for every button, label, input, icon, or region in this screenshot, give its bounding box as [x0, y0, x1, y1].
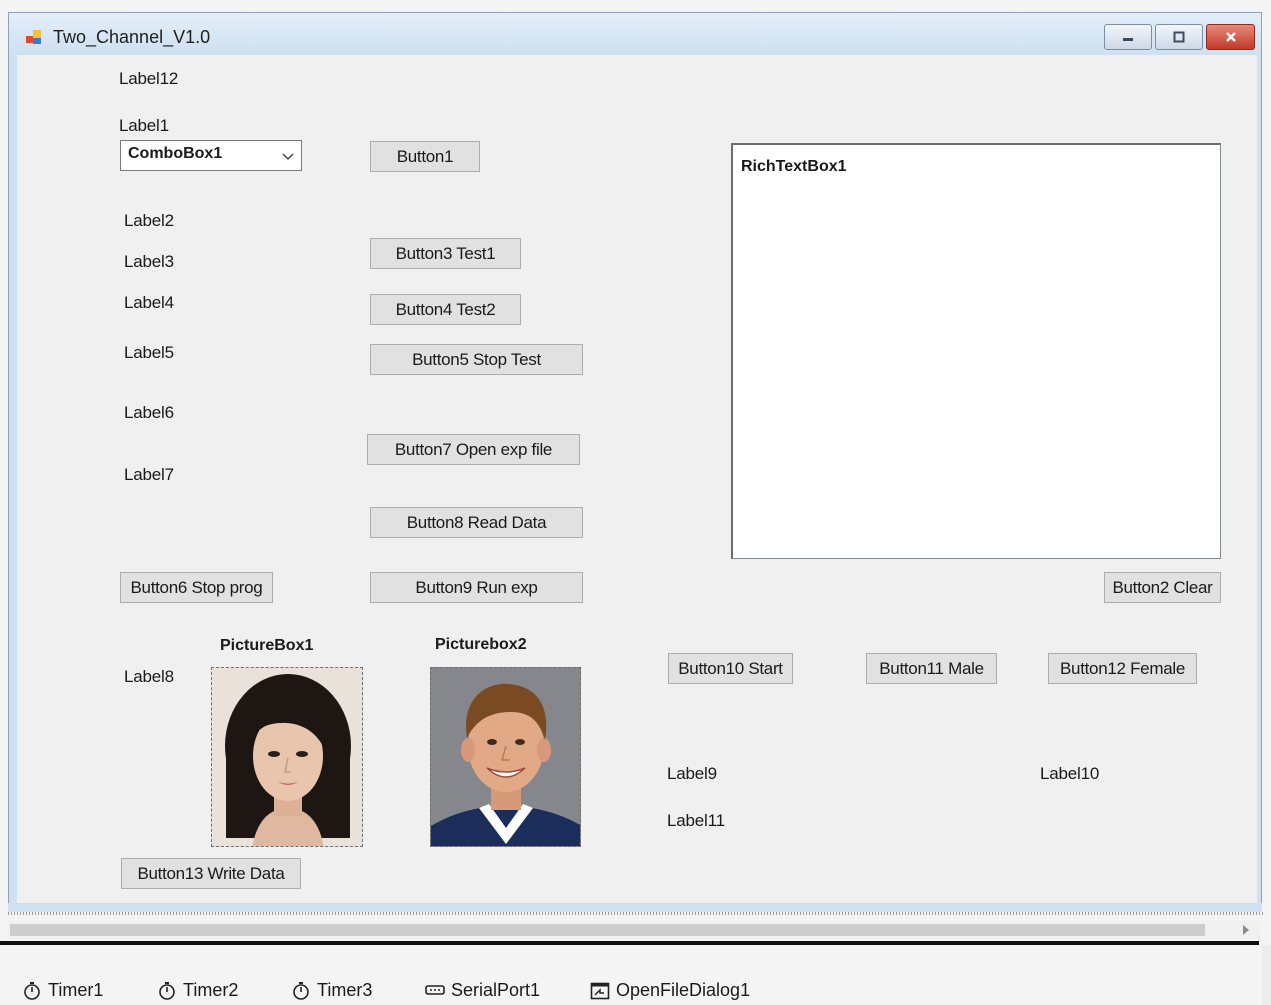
button12-female[interactable]: Button12 Female — [1048, 653, 1197, 684]
close-icon — [1225, 32, 1236, 42]
minimize-icon — [1123, 38, 1133, 41]
picturebox2-male-portrait[interactable] — [430, 667, 581, 847]
tray-item-timer3[interactable]: Timer3 — [291, 980, 372, 1001]
label7: Label7 — [124, 465, 174, 484]
label10: Label10 — [1040, 764, 1100, 783]
scroll-right-icon[interactable] — [1238, 922, 1254, 938]
stopwatch-icon — [24, 981, 40, 1000]
close-button[interactable] — [1206, 24, 1255, 50]
maximize-icon — [1173, 31, 1185, 43]
tray-item-serialport1[interactable]: SerialPort1 — [425, 980, 540, 1001]
button7-open-exp-file[interactable]: Button7 Open exp file — [367, 434, 580, 465]
button10-start[interactable]: Button10 Start — [668, 653, 793, 684]
app-icon — [26, 30, 41, 44]
rich-text-box[interactable] — [731, 143, 1221, 559]
combobox-value: ComboBox1 — [128, 145, 223, 162]
tray-item-openfiledialog1[interactable]: OpenFileDialog1 — [590, 980, 750, 1001]
button2-clear[interactable]: Button2 Clear — [1104, 572, 1221, 603]
button3-test1[interactable]: Button3 Test1 — [370, 238, 521, 269]
serial-port-icon — [425, 984, 445, 995]
button4-test2[interactable]: Button4 Test2 — [370, 294, 521, 325]
button13-write-data[interactable]: Button13 Write Data — [121, 858, 301, 889]
horizontal-scrollbar-thumb[interactable] — [10, 924, 1205, 936]
label6: Label6 — [124, 403, 174, 422]
button9-run-exp[interactable]: Button9 Run exp — [370, 572, 583, 603]
tray-item-label: Timer2 — [183, 980, 239, 1000]
tray-item-timer2[interactable]: Timer2 — [157, 980, 238, 1001]
label2: Label2 — [124, 211, 174, 230]
chevron-down-icon[interactable] — [280, 148, 296, 164]
open-file-dialog-icon — [590, 982, 610, 999]
maximize-button[interactable] — [1155, 24, 1203, 50]
stopwatch-icon — [293, 981, 309, 1000]
label12: Label12 — [119, 69, 179, 88]
label5: Label5 — [124, 343, 174, 362]
picturebox1-label: PictureBox1 — [220, 637, 314, 654]
window-title: Two_Channel_V1.0 — [53, 27, 211, 47]
label1: Label1 — [119, 116, 169, 135]
tray-item-timer1[interactable]: Timer1 — [22, 980, 103, 1001]
tray-item-label: Timer1 — [48, 980, 104, 1000]
vertical-scrollbar[interactable] — [1262, 945, 1271, 1005]
picturebox2-label: Picturebox2 — [435, 636, 527, 653]
tray-item-label: SerialPort1 — [451, 980, 541, 1000]
button1[interactable]: Button1 — [370, 141, 480, 172]
tray-item-label: Timer3 — [317, 980, 373, 1000]
button8-read-data[interactable]: Button8 Read Data — [370, 507, 583, 538]
form-resize-handle[interactable] — [8, 912, 1264, 915]
label4: Label4 — [124, 293, 174, 312]
form-bottom-border — [8, 903, 1262, 912]
tray-item-label: OpenFileDialog1 — [616, 980, 751, 1000]
stopwatch-icon — [159, 981, 175, 1000]
label3: Label3 — [124, 252, 174, 271]
button11-male[interactable]: Button11 Male — [866, 653, 997, 684]
label9: Label9 — [667, 764, 717, 783]
button6-stop-prog[interactable]: Button6 Stop prog — [120, 572, 273, 603]
picturebox1-female-portrait[interactable] — [211, 667, 363, 847]
label8: Label8 — [124, 667, 174, 686]
label11: Label11 — [667, 811, 725, 830]
button5-stop-test[interactable]: Button5 Stop Test — [370, 344, 583, 375]
minimize-button[interactable] — [1104, 24, 1152, 50]
rich-text-box-content: RichTextBox1 — [741, 158, 847, 175]
